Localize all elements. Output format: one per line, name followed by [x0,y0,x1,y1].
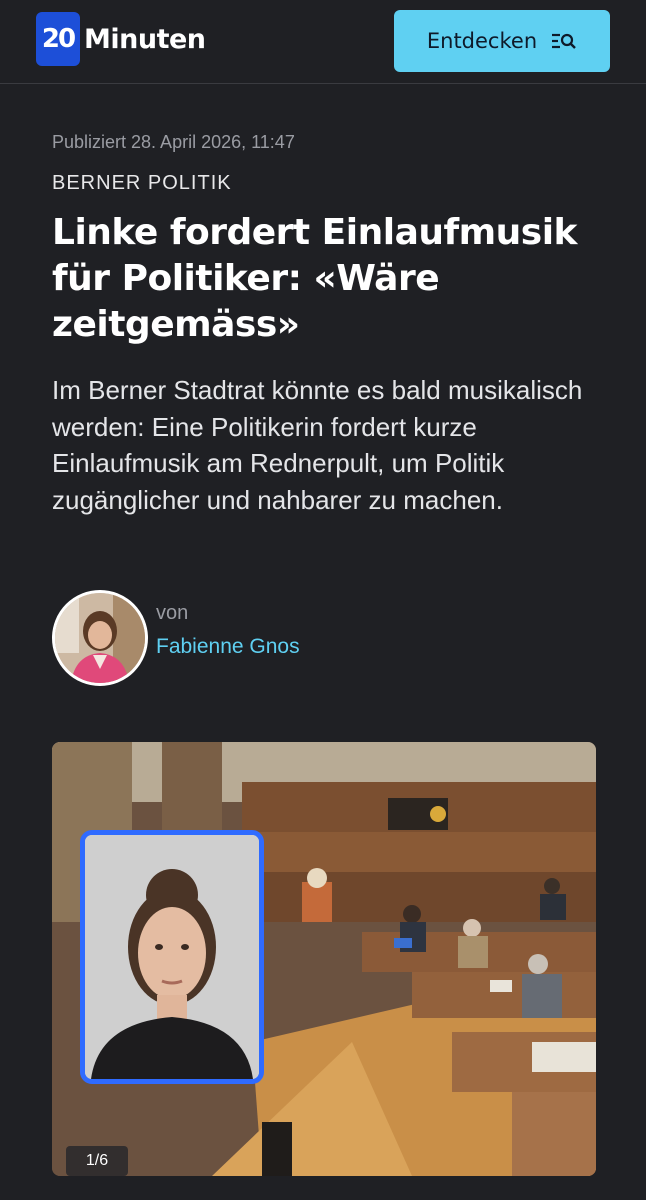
author-by-label: von [156,601,189,624]
article-title: Linke fordert Einlaufmusik für Politiker… [52,212,578,345]
publish-date: Publiziert 28. April 2026, 11:47 [52,132,295,152]
author-info: von Fabienne Gnos [156,602,300,659]
logo-mark: 20 [36,12,80,66]
logo-text: Minuten [84,23,206,55]
politician-portrait [80,830,264,1084]
logo[interactable]: 20 Minuten [36,12,206,66]
author-block[interactable]: von Fabienne Gnos [52,590,300,686]
search-list-icon [551,32,577,50]
article-lead: Im Berner Stadtrat könnte es bald musika… [52,375,583,515]
image-gallery[interactable]: 1/6 [52,742,596,1176]
discover-label: Entdecken [426,29,538,53]
top-bar: 20 Minuten Entdecken [0,0,646,84]
category-label[interactable]: BERNER POLITIK [52,172,232,195]
gallery-counter: 1/6 [66,1146,128,1176]
author-name-link[interactable]: Fabienne Gnos [156,635,300,659]
discover-button[interactable]: Entdecken [394,10,610,72]
author-avatar[interactable] [52,590,148,686]
